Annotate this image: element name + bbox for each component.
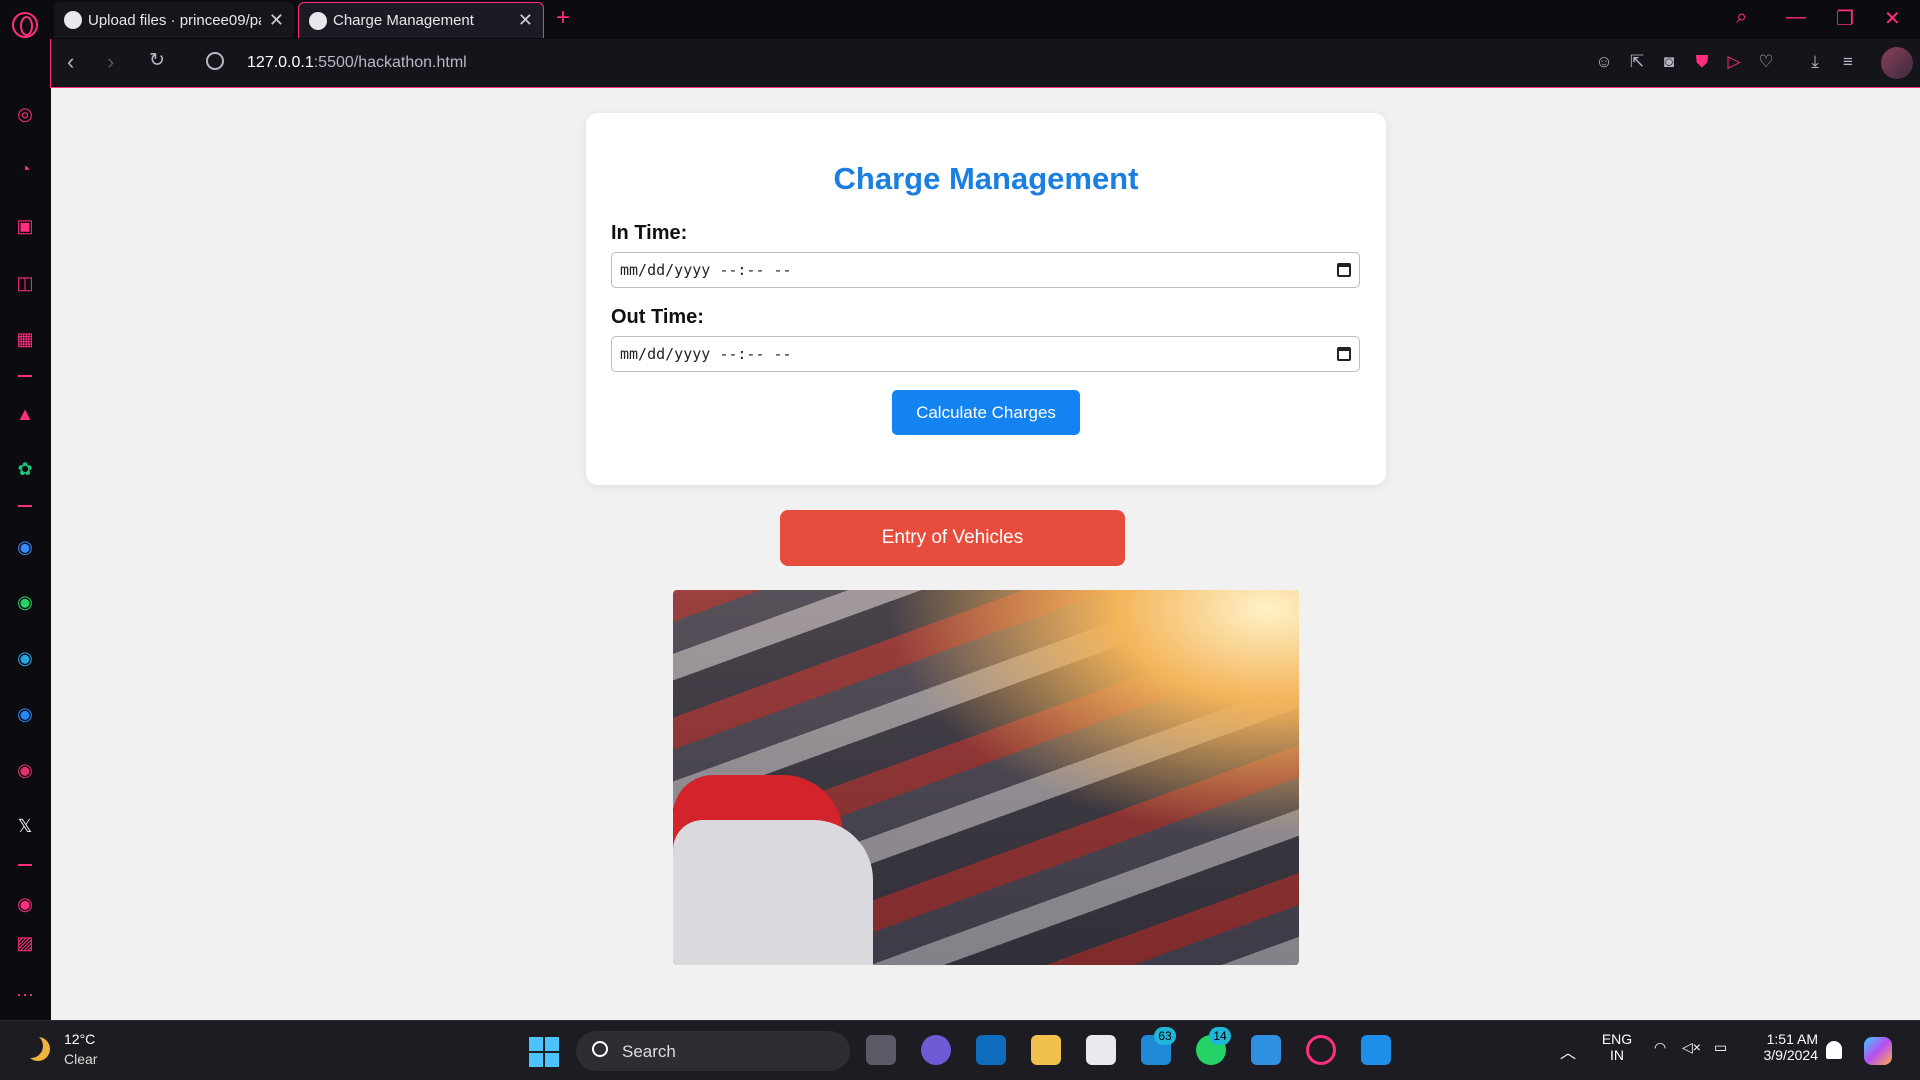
camera-icon[interactable]: ◙ — [1660, 53, 1678, 71]
url-host: 127.0.0.1 — [247, 54, 314, 71]
bag-icon[interactable]: ▣ — [12, 213, 38, 239]
share-icon[interactable]: ⇱ — [1628, 53, 1646, 71]
tab-charge-management[interactable]: Charge Management ✕ — [298, 2, 544, 38]
tab-bar: Upload files · princee09/pa ✕ Charge Man… — [0, 0, 1920, 39]
forward-icon[interactable]: › — [107, 49, 114, 75]
sidebar-divider — [18, 505, 32, 507]
wifi-icon[interactable]: ◠ — [1654, 1039, 1666, 1056]
search-label: Search — [622, 1042, 676, 1061]
language-line1: ENG — [1601, 1031, 1633, 1047]
tab-label: Charge Management — [333, 12, 474, 29]
white-car-shape — [673, 820, 873, 965]
out-time-label: Out Time: — [611, 306, 704, 328]
in-time-label: In Time: — [611, 222, 688, 244]
messenger-icon[interactable]: ◉ — [12, 534, 38, 560]
gamepad-icon[interactable]: ◎ — [12, 101, 38, 127]
volume-muted-icon[interactable]: ◁× — [1682, 1039, 1701, 1056]
sidebar-divider — [18, 864, 32, 866]
tab-label: Upload files · princee09/pa — [88, 11, 261, 29]
restore-icon[interactable]: ❐ — [1836, 6, 1854, 31]
emoji-icon[interactable]: ☺ — [1595, 53, 1613, 71]
chevron-up-icon[interactable]: ︿ — [1560, 1039, 1576, 1063]
url-field[interactable]: 127.0.0.1:5500/hackathon.html — [247, 54, 467, 72]
avatar[interactable] — [1881, 47, 1913, 79]
address-bar: ‹ › ↻ 127.0.0.1:5500/hackathon.html ☺ ⇱ … — [50, 39, 1920, 88]
search-icon — [592, 1041, 608, 1057]
language-indicator[interactable]: ENG IN — [1596, 1031, 1638, 1063]
copilot-icon[interactable] — [1864, 1037, 1892, 1065]
speed-dial-icon[interactable]: ◔ — [12, 156, 38, 182]
search-tabs-icon[interactable]: ⌕ — [1736, 6, 1747, 29]
photos-icon[interactable] — [1251, 1035, 1281, 1065]
store-icon[interactable] — [1086, 1035, 1116, 1065]
close-icon[interactable]: ✕ — [269, 10, 284, 31]
notification-bell-icon[interactable] — [1826, 1041, 1842, 1059]
calendar-icon[interactable] — [1337, 263, 1351, 277]
player-icon[interactable]: ◉ — [12, 891, 38, 917]
language-line2: IN — [1610, 1047, 1624, 1063]
entry-of-vehicles-button[interactable]: Entry of Vehicles — [780, 510, 1125, 566]
telegram-icon[interactable]: ◉ — [12, 645, 38, 671]
out-time-placeholder: mm/dd/yyyy --:-- -- — [620, 345, 792, 363]
close-icon[interactable]: ✕ — [518, 10, 533, 31]
settings-sliders-icon[interactable]: ≡ — [1839, 53, 1857, 71]
close-window-icon[interactable]: ✕ — [1884, 6, 1901, 31]
vscode-icon[interactable] — [1361, 1035, 1391, 1065]
weather-condition[interactable]: Clear — [64, 1051, 97, 1067]
gallery-icon[interactable]: ▨ — [12, 930, 38, 956]
out-time-input[interactable]: mm/dd/yyyy --:-- -- — [611, 336, 1360, 372]
clock-date: 3/9/2024 — [1763, 1047, 1819, 1063]
vpn-shield-icon[interactable]: ⛊ — [1693, 53, 1711, 71]
github-icon — [64, 11, 82, 29]
send-icon[interactable]: ▷ — [1725, 53, 1743, 71]
url-path: :5500/hackathon.html — [313, 54, 467, 71]
new-tab-button[interactable]: + — [556, 4, 570, 32]
vk-icon[interactable]: ◉ — [12, 701, 38, 727]
in-time-input[interactable]: mm/dd/yyyy --:-- -- — [611, 252, 1360, 288]
page-title: Charge Management — [833, 161, 1139, 196]
opera-icon[interactable] — [1306, 1035, 1336, 1065]
sidebar: ◎ ◔ ▣ ◫ ▦ ▲ ✿ ◉ ◉ ◉ ◉ ◉ 𝕏 ◉ ▨ ⋯ — [0, 39, 50, 1020]
chip-icon[interactable]: ▦ — [12, 326, 38, 352]
battery-icon[interactable]: ▭ — [1714, 1039, 1727, 1056]
download-icon[interactable]: ⤓ — [1806, 53, 1824, 71]
whatsapp-icon[interactable]: ◉ — [12, 589, 38, 615]
file-explorer-icon[interactable] — [1031, 1035, 1061, 1065]
globe-icon — [309, 11, 327, 30]
moon-icon[interactable] — [26, 1037, 50, 1061]
aria-icon[interactable]: ▲ — [12, 401, 38, 427]
weather-temperature[interactable]: 12°C — [64, 1031, 95, 1047]
more-icon[interactable]: ⋯ — [12, 982, 38, 1008]
twitch-icon[interactable]: ◫ — [12, 270, 38, 296]
calculate-charges-button[interactable]: Calculate Charges — [892, 390, 1080, 435]
minimize-icon[interactable]: — — [1786, 6, 1806, 29]
parking-lot-image — [673, 590, 1299, 965]
taskbar-search[interactable]: Search — [576, 1031, 850, 1071]
page-content: Charge Management In Time: mm/dd/yyyy --… — [51, 88, 1920, 1020]
taskbar: 12°C Clear Search 63 14 ︿ ENG IN ◠ ◁× ▭ … — [0, 1020, 1920, 1080]
site-info-icon[interactable] — [206, 52, 224, 70]
x-icon[interactable]: 𝕏 — [12, 813, 38, 839]
clock[interactable]: 1:51 AM 3/9/2024 — [1752, 1031, 1819, 1063]
in-time-placeholder: mm/dd/yyyy --:-- -- — [620, 261, 792, 279]
chatgpt-icon[interactable]: ✿ — [12, 456, 38, 482]
tab-upload-files[interactable]: Upload files · princee09/pa ✕ — [54, 2, 294, 38]
back-icon[interactable]: ‹ — [67, 49, 74, 75]
meet-icon[interactable] — [921, 1035, 951, 1065]
calendar-icon[interactable] — [1337, 347, 1351, 361]
clock-time: 1:51 AM — [1766, 1031, 1818, 1047]
windows-start-icon[interactable] — [529, 1037, 559, 1067]
sidebar-divider — [18, 375, 32, 377]
outlook-icon[interactable] — [976, 1035, 1006, 1065]
heart-icon[interactable]: ♡ — [1757, 53, 1775, 71]
whatsapp-badge: 14 — [1209, 1027, 1231, 1045]
instagram-icon[interactable]: ◉ — [12, 757, 38, 783]
task-view-icon[interactable] — [866, 1035, 896, 1065]
reload-icon[interactable]: ↻ — [149, 49, 165, 72]
mail-badge: 63 — [1154, 1027, 1176, 1045]
opera-logo-icon[interactable] — [12, 12, 38, 38]
charge-form-card: Charge Management In Time: mm/dd/yyyy --… — [586, 113, 1386, 485]
